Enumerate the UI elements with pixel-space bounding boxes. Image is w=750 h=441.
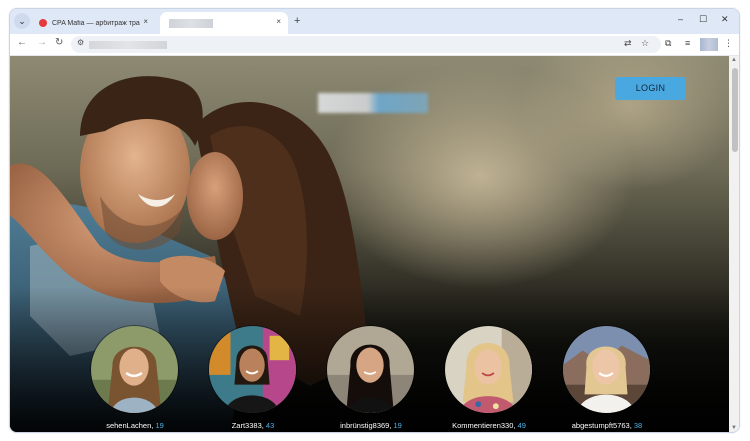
profile-caption-5[interactable]: abgestumpft5763, 38 — [532, 421, 682, 430]
scroll-up-arrow-icon[interactable]: ▲ — [731, 57, 737, 63]
maximize-button[interactable]: ☐ — [699, 14, 707, 25]
tab-cpa-mafia[interactable]: CPA Mafia — арбитраж трафика × — [32, 12, 155, 34]
url-redacted — [89, 41, 167, 49]
profile-avatar-3[interactable] — [326, 325, 415, 414]
tab-title: CPA Mafia — арбитраж трафика — [52, 19, 140, 27]
close-window-button[interactable]: ✕ — [721, 14, 729, 25]
profile-count: 19 — [155, 421, 164, 430]
profile-name: inbrünstig8369 — [340, 421, 390, 430]
minimize-button[interactable]: – — [678, 14, 683, 24]
profile-avatar-2[interactable] — [208, 325, 297, 414]
profile-avatar-4[interactable] — [444, 325, 533, 414]
profile-name: Kommentieren330 — [452, 421, 514, 430]
profile-photo — [327, 326, 414, 413]
page-content: LOGIN sehenLachen, 19 Zart3383, 43 inbrü… — [10, 56, 729, 432]
profile-photo — [563, 326, 650, 413]
login-button[interactable]: LOGIN — [615, 77, 686, 100]
site-info-icon[interactable]: ⚙ — [77, 38, 84, 47]
tab-strip: ⌄ CPA Mafia — арбитраж трафика × × + – ☐… — [10, 9, 739, 34]
profile-count: 38 — [633, 421, 643, 430]
browser-window: ⌄ CPA Mafia — арбитраж трафика × × + – ☐… — [9, 8, 740, 433]
translate-icon[interactable]: ⇄ — [624, 38, 632, 49]
profile-avatar-1[interactable] — [90, 325, 179, 414]
extensions-icon[interactable]: ⧉ — [665, 38, 671, 49]
new-tab-button[interactable]: + — [294, 15, 300, 27]
profile-photo — [445, 326, 532, 413]
reading-list-icon[interactable]: ≡ — [685, 38, 690, 48]
profile-name: abgestumpft5763 — [571, 421, 630, 430]
forward-button[interactable]: → — [37, 37, 47, 48]
tab-close-icon[interactable]: × — [143, 17, 148, 26]
scrollbar-thumb[interactable] — [732, 68, 738, 152]
profile-name: sehenLachen — [106, 421, 152, 430]
scroll-down-arrow-icon[interactable]: ▼ — [731, 425, 737, 431]
profile-photo — [209, 326, 296, 413]
reload-button[interactable]: ↻ — [55, 37, 63, 48]
profile-avatar-5[interactable] — [562, 325, 651, 414]
site-logo-redacted[interactable] — [318, 93, 428, 113]
profile-name: Zart3383 — [231, 421, 262, 430]
cpa-mafia-favicon-icon — [39, 19, 47, 27]
tab-title-redacted — [169, 18, 213, 28]
profile-avatar-redacted[interactable] — [700, 38, 718, 51]
tab-close-icon[interactable]: × — [276, 17, 281, 26]
menu-kebab-icon[interactable]: ⋮ — [724, 38, 733, 49]
address-bar[interactable]: ⚙ ⇄ ☆ — [71, 36, 661, 53]
tab-active[interactable]: × — [160, 12, 288, 34]
profile-count: 43 — [265, 421, 275, 430]
profile-count: 49 — [517, 421, 526, 430]
page-scrollbar[interactable]: ▲ ▼ — [729, 56, 739, 432]
profile-count: 19 — [393, 421, 402, 430]
browser-toolbar: ← → ↻ ⚙ ⇄ ☆ ⧉ ≡ ⋮ — [10, 34, 739, 56]
back-button[interactable]: ← — [17, 37, 27, 48]
bookmark-star-icon[interactable]: ☆ — [641, 38, 649, 49]
tab-search-icon[interactable]: ⌄ — [14, 13, 30, 29]
profile-photo — [91, 326, 178, 413]
